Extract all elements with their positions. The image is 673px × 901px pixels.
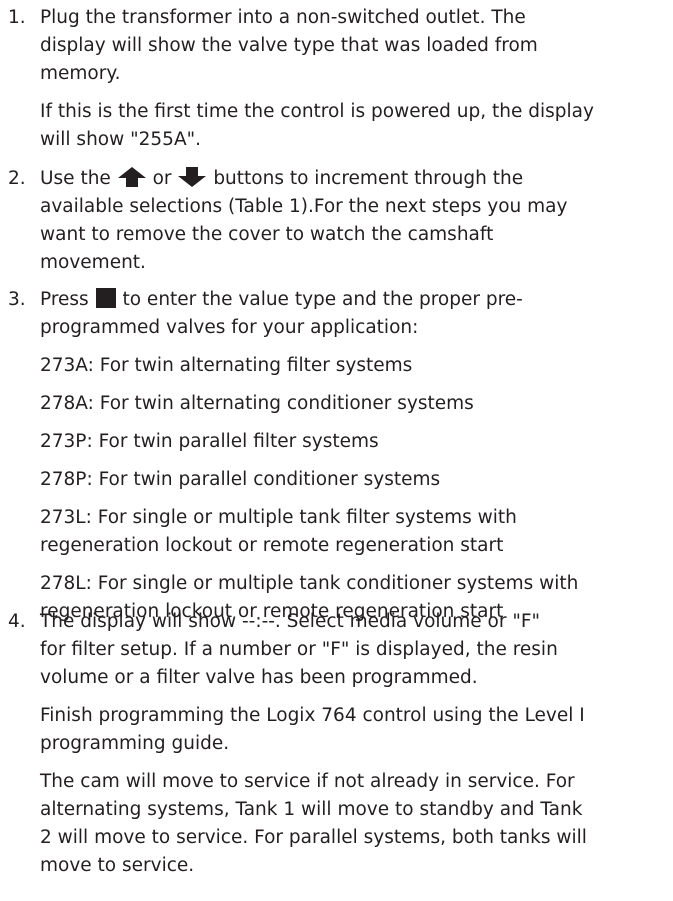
option-line: regeneration lockout or remote regenerat… xyxy=(40,535,504,556)
text-line: Use the or buttons to increment through … xyxy=(40,165,668,193)
text-line: The display will show --:--. Select medi… xyxy=(40,611,541,632)
text-line: 2 will move to service. For parallel sys… xyxy=(40,827,587,848)
text-line: for filter setup. If a number or "F" is … xyxy=(40,639,558,660)
text-line: Finish programming the Logix 764 control… xyxy=(40,705,585,726)
text-line: Plug the transformer into a non-switched… xyxy=(40,7,526,28)
text-line: alternating systems, Tank 1 will move to… xyxy=(40,799,583,820)
text-fragment: buttons to increment through the xyxy=(213,168,524,189)
step-body: Press to enter the value type and the pr… xyxy=(40,286,668,626)
text-line: If this is the first time the control is… xyxy=(40,101,594,122)
option-line: 278A: For twin alternating conditioner s… xyxy=(40,393,474,414)
step-body: The display will show --:--. Select medi… xyxy=(40,608,668,880)
text-line: movement. xyxy=(40,252,146,273)
option-line: 278P: For twin parallel conditioner syst… xyxy=(40,469,441,490)
text-line: will show "255A". xyxy=(40,129,201,150)
down-arrow-button-icon xyxy=(177,166,207,188)
text-line: display will show the valve type that wa… xyxy=(40,35,538,56)
text-line: Press to enter the value type and the pr… xyxy=(40,286,668,314)
step-number: 1. xyxy=(8,7,26,28)
option-line: 273A: For twin alternating filter system… xyxy=(40,355,413,376)
step-number: 3. xyxy=(8,289,26,310)
text-line: programming guide. xyxy=(40,733,230,754)
text-line: want to remove the cover to watch the ca… xyxy=(40,224,494,245)
step-body: Use the or buttons to increment through … xyxy=(40,165,668,277)
up-arrow-button-icon xyxy=(117,166,147,188)
step-number: 2. xyxy=(8,168,26,189)
option-line: 273L: For single or multiple tank filter… xyxy=(40,507,517,528)
text-line: available selections (Table 1).For the n… xyxy=(40,196,568,217)
enter-square-button-icon xyxy=(95,287,117,309)
option-line: 273P: For twin parallel filter systems xyxy=(40,431,379,452)
text-line: programmed valves for your application: xyxy=(40,317,419,338)
step-number: 4. xyxy=(8,611,26,632)
text-fragment: Use the xyxy=(40,168,111,189)
step-body: Plug the transformer into a non-switched… xyxy=(40,4,668,154)
text-fragment: or xyxy=(152,168,172,189)
text-line: move to service. xyxy=(40,855,195,876)
text-fragment: to enter the value type and the proper p… xyxy=(122,289,523,310)
text-line: memory. xyxy=(40,63,121,84)
text-line: volume or a filter valve has been progra… xyxy=(40,667,478,688)
instruction-page: 1. Plug the transformer into a non-switc… xyxy=(0,0,673,901)
text-line: The cam will move to service if not alre… xyxy=(40,771,575,792)
option-line: 278L: For single or multiple tank condit… xyxy=(40,573,579,594)
text-fragment: Press xyxy=(40,289,89,310)
